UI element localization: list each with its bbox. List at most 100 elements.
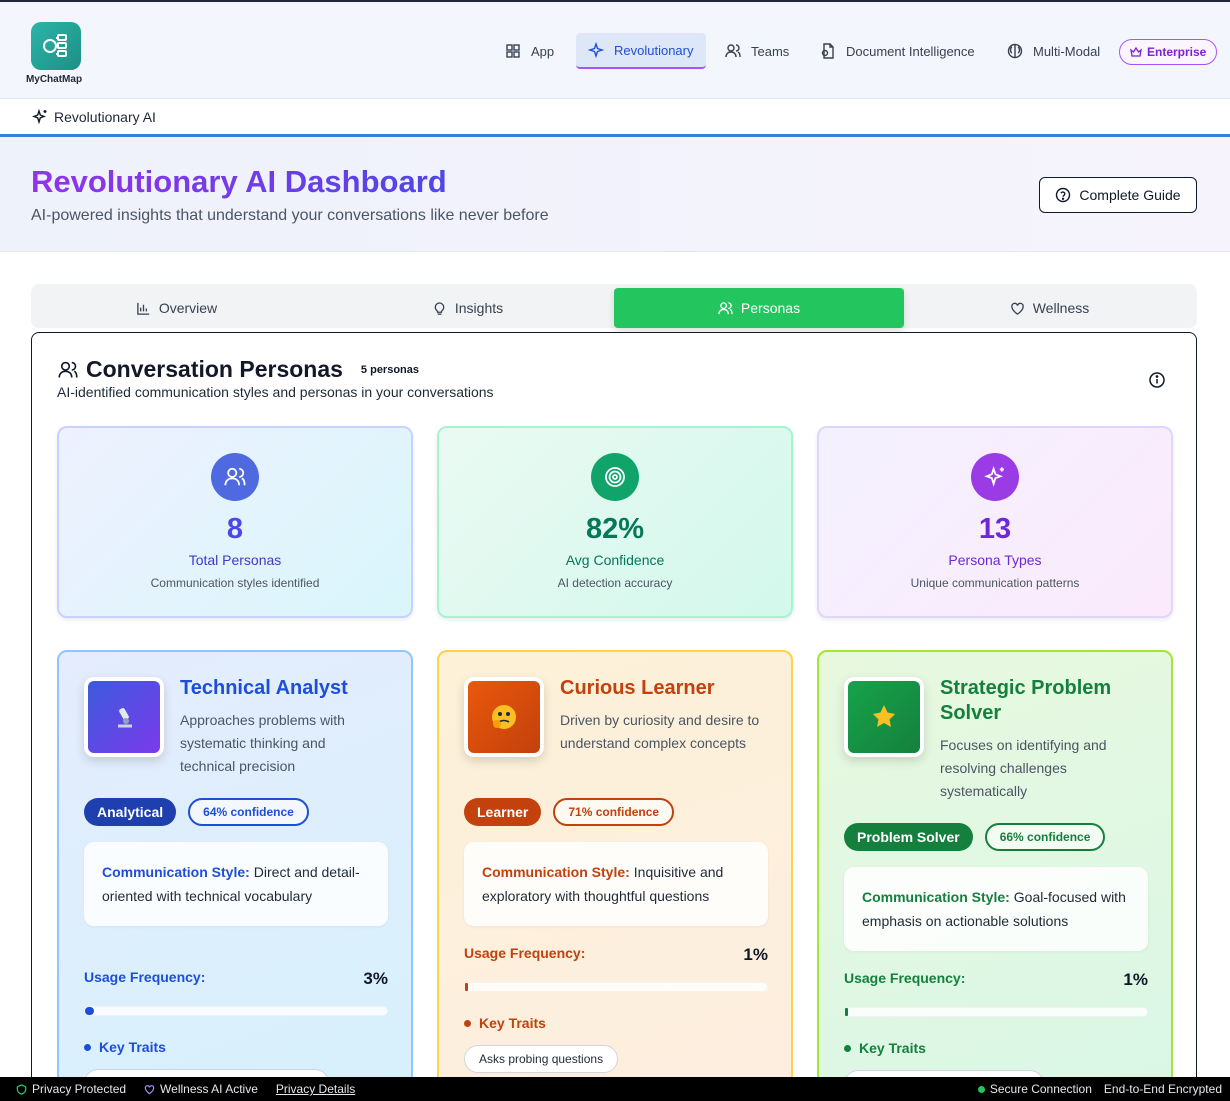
brain-icon — [1007, 43, 1023, 59]
bullet-dot — [844, 1044, 851, 1052]
usage-progress-fill — [845, 1008, 849, 1016]
key-traits-label: Key Traits — [479, 1015, 546, 1031]
stat-description: Communication styles identified — [150, 576, 320, 590]
stat-value: 13 — [978, 513, 1012, 545]
persona-description: Focuses on identifying and resolving cha… — [940, 737, 1107, 799]
persona-title: Curious Learner — [560, 677, 715, 699]
stat-value: 8 — [226, 513, 244, 545]
tab-overview[interactable]: Overview — [31, 288, 322, 328]
status-dot — [977, 1085, 985, 1093]
nav-item-teams[interactable]: Teams — [725, 33, 789, 69]
persona-title: Strategic Problem Solver — [940, 677, 1112, 724]
nav-item-revolutionary[interactable]: Revolutionary — [576, 33, 706, 69]
persona-card-technical-analyst[interactable]: Technical Analyst Approaches problems wi… — [57, 650, 413, 1101]
style-label: Communication Style: — [102, 864, 250, 880]
hero-header: Revolutionary AI Dashboard AI-powered in… — [0, 137, 1230, 252]
usage-percent: 1% — [743, 945, 768, 964]
wellness-status: Wellness AI Active — [144, 1082, 258, 1096]
encryption-status: End-to-End Encrypted — [1103, 1082, 1222, 1096]
tab-personas[interactable]: Personas — [614, 288, 904, 328]
usage-frequency-row: Usage Frequency: 1% — [464, 945, 768, 965]
confidence-badge: 64% confidence — [188, 798, 309, 826]
secure-connection-status: Secure Connection — [977, 1082, 1092, 1096]
status-footer: Privacy Protected Wellness AI Active Pri… — [0, 1077, 1230, 1101]
sparkles-icon — [32, 108, 47, 124]
nav-item-document-intelligence[interactable]: Document Intelligence — [820, 33, 975, 69]
persona-description: Driven by curiosity and desire to unders… — [560, 712, 760, 751]
confidence-badge: 71% confidence — [553, 798, 675, 826]
bullet-dot — [84, 1043, 91, 1051]
communication-style-box: Communication Style: Direct and detail-or… — [84, 842, 388, 926]
usage-label: Usage Frequency: — [84, 969, 206, 985]
key-traits-label: Key Traits — [99, 1039, 166, 1055]
sparkles-icon — [971, 453, 1019, 501]
tab-label: Personas — [740, 300, 801, 316]
communication-style-box: Communication Style: Inquisitive and expl… — [464, 842, 768, 926]
nav-item-label: App — [531, 43, 555, 59]
persona-title: Technical Analyst — [180, 677, 348, 699]
breadcrumb: Revolutionary AI — [0, 99, 1230, 137]
personas-panel: Conversation Personas 5 personas AI-iden… — [31, 332, 1197, 1101]
bar-chart-icon — [137, 302, 149, 315]
help-circle-icon — [1056, 187, 1071, 203]
usage-percent: 1% — [1123, 970, 1148, 989]
persona-card-curious-learner[interactable]: Curious Learner Driven by curiosity and … — [437, 650, 793, 1101]
nav-item-label: Multi-Modal — [1033, 43, 1101, 59]
star-icon — [848, 681, 920, 753]
stat-description: AI detection accuracy — [557, 576, 673, 590]
key-traits-label: Key Traits — [859, 1040, 926, 1056]
persona-badges: Learner 71% confidence — [464, 798, 675, 826]
style-label: Communication Style: — [482, 864, 630, 880]
info-icon[interactable] — [1148, 371, 1166, 389]
secure-label: Secure Connection — [989, 1082, 1092, 1096]
heart-icon — [1010, 302, 1024, 315]
nav-item-label: Teams — [751, 43, 790, 59]
complete-guide-label: Complete Guide — [1079, 187, 1181, 203]
document-icon — [821, 43, 834, 59]
persona-avatar — [464, 677, 544, 757]
persona-card-strategic-problem-solver[interactable]: Strategic Problem Solver Focuses on iden… — [817, 650, 1173, 1101]
panel-title: Conversation Personas — [86, 356, 343, 382]
stat-card-avg-confidence: 82% Avg Confidence AI detection accuracy — [437, 426, 793, 618]
crown-icon — [1130, 46, 1142, 57]
target-icon — [591, 453, 639, 501]
style-label: Communication Style: — [862, 889, 1010, 905]
heart-icon — [144, 1084, 155, 1094]
stat-label: Persona Types — [948, 552, 1042, 568]
communication-style-box: Communication Style: Goal-focused with em… — [844, 867, 1148, 951]
panel-header: Conversation Personas 5 personas — [58, 356, 419, 383]
privacy-details-link[interactable]: Privacy Details — [276, 1082, 355, 1096]
shield-icon — [16, 1083, 27, 1095]
stat-label: Total Personas — [188, 552, 282, 568]
dashboard-tabs: Overview Insights Personas Wellness — [31, 284, 1197, 328]
page-title: Revolutionary AI Dashboard — [31, 164, 447, 199]
key-traits-heading: Key Traits — [844, 1040, 926, 1056]
usage-progress-fill — [85, 1007, 95, 1015]
tab-insights[interactable]: Insights — [322, 288, 613, 328]
users-icon — [725, 44, 741, 58]
persona-description: Approaches problems with systematic thin… — [180, 712, 345, 774]
complete-guide-button[interactable]: Complete Guide — [1039, 177, 1197, 213]
page-subtitle: AI-powered insights that understand your… — [31, 207, 549, 224]
tab-wellness[interactable]: Wellness — [904, 288, 1195, 328]
thinking-face-icon — [468, 681, 540, 753]
stat-label: Avg Confidence — [565, 552, 665, 568]
nav-item-label: Document Intelligence — [846, 43, 975, 59]
tab-label: Insights — [454, 300, 504, 316]
sparkles-icon — [588, 42, 604, 58]
users-icon — [718, 301, 733, 314]
lightbulb-icon — [434, 301, 445, 315]
brand-name: MyChatMap — [25, 74, 83, 85]
tab-label: Wellness — [1032, 300, 1090, 316]
usage-progress-fill — [465, 983, 469, 991]
usage-progress-bar — [844, 1007, 1148, 1017]
nav-item-multi-modal[interactable]: Multi-Modal — [1007, 33, 1100, 69]
enterprise-badge[interactable]: Enterprise — [1119, 39, 1218, 65]
persona-type-badge: Problem Solver — [844, 823, 973, 851]
tab-label: Overview — [158, 300, 218, 316]
persona-type-badge: Analytical — [84, 798, 177, 826]
nav-item-app[interactable]: App — [505, 33, 554, 69]
wellness-label: Wellness AI Active — [160, 1082, 258, 1096]
persona-badges: Problem Solver 66% confidence — [844, 823, 1106, 851]
enterprise-label: Enterprise — [1147, 45, 1207, 59]
